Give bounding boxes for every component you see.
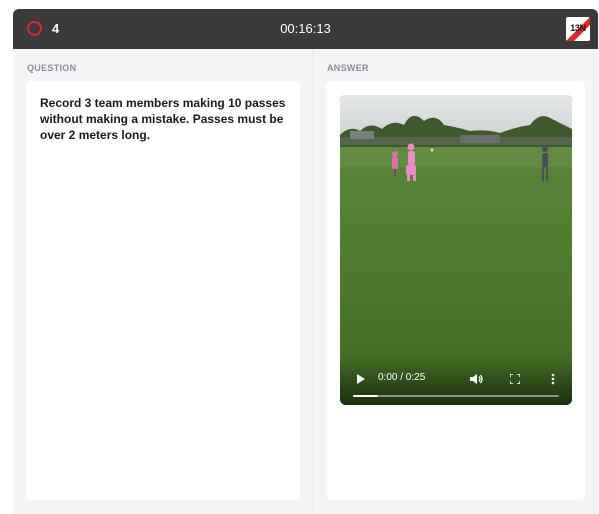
app-frame: 4 00:16:13 13N QUESTION ANSWER Record 3 … [13,9,598,514]
question-card: Record 3 team members making 10 passes w… [26,81,300,500]
badge-label: 13N [570,23,586,33]
fullscreen-icon[interactable] [510,374,520,384]
countdown-timer: 00:16:13 [280,21,331,36]
video-controls: 0:00 / 0:25 [340,355,572,405]
column-divider [313,49,314,514]
answer-label: ANSWER [327,63,369,73]
answer-video-player[interactable]: 0:00 / 0:25 [340,95,572,405]
video-progress-fill [353,395,378,397]
answer-card: 0:00 / 0:25 [326,81,585,500]
question-label: QUESTION [27,63,77,73]
question-text: Record 3 team members making 10 passes w… [40,96,286,142]
play-icon[interactable] [356,374,366,384]
video-progress-bar[interactable] [353,395,559,397]
team-badge[interactable]: 13N [566,17,590,41]
volume-icon[interactable] [470,373,484,385]
video-time: 0:00 / 0:25 [378,372,426,383]
top-bar: 4 00:16:13 13N [13,9,598,49]
more-options-icon[interactable] [551,373,555,385]
